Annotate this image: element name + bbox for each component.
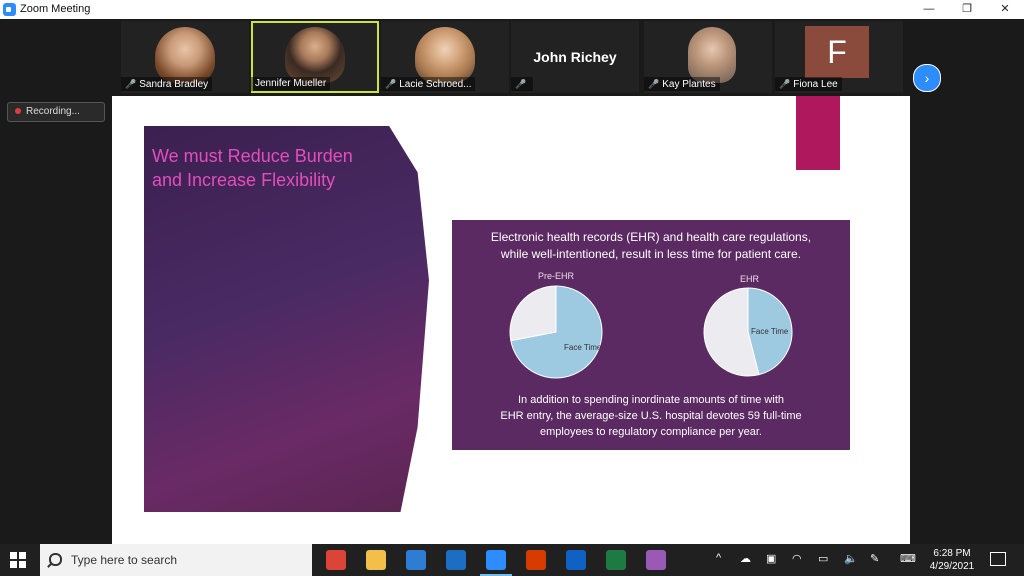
pie-chart-ehr: Face Time <box>703 287 793 377</box>
title-bar: Zoom Meeting — ❐ ✕ <box>0 0 1024 20</box>
participant-tile-john-richey[interactable]: John Richey 🎤 <box>511 21 639 93</box>
tray-overflow-icon[interactable]: ^ <box>716 552 721 564</box>
pie-title-ehr: EHR <box>740 274 760 284</box>
pie-slice-other <box>509 285 557 342</box>
outlook-icon[interactable] <box>566 550 586 570</box>
participant-video <box>285 27 345 83</box>
participant-avatar: F <box>805 26 869 78</box>
mic-muted-icon: 🎤 <box>385 79 397 89</box>
pen-icon[interactable]: ✎ <box>870 552 879 565</box>
participant-name: Sandra Bradley <box>139 79 209 90</box>
mic-muted-icon: 🎤 <box>779 79 791 89</box>
chevron-right-icon[interactable]: › <box>913 64 941 92</box>
participant-tile-jennifer-mueller[interactable]: Jennifer Mueller <box>251 21 379 93</box>
participant-name: Kay Plantes <box>662 79 716 90</box>
participant-name: Fiona Lee <box>793 79 838 90</box>
battery-icon[interactable]: ▭ <box>818 552 828 565</box>
ehr-info-box: Electronic health records (EHR) and heal… <box>452 220 850 450</box>
store-icon[interactable] <box>406 550 426 570</box>
zoom-icon[interactable] <box>480 550 512 576</box>
info-footer: In addition to spending inordinate amoun… <box>500 394 802 438</box>
participant-name: Jennifer Mueller <box>255 78 327 89</box>
slide-title: We must Reduce Burden and Increase Flexi… <box>152 146 353 190</box>
record-dot-icon <box>15 108 21 115</box>
participant-video <box>155 27 215 83</box>
file-explorer-icon[interactable] <box>366 550 386 570</box>
volume-icon[interactable]: 🔈 <box>844 552 858 565</box>
participant-gallery: 🎤 Sandra Bradley Jennifer Mueller 🎤 Lacie … <box>0 19 1024 94</box>
participant-tile-fiona-lee[interactable]: F 🎤 Fiona Lee <box>775 21 903 93</box>
mic-muted-icon: 🎤 <box>125 79 137 89</box>
participant-tile-kay-plantes[interactable]: 🎤 Kay Plantes <box>644 21 772 93</box>
zoom-app-icon <box>3 3 16 16</box>
windows-taskbar: Type here to search ^ ☁ ▣ ◠ ▭ 🔈 ✎ ⌨ 6:28… <box>0 544 1024 576</box>
info-heading: Electronic health records (EHR) and heal… <box>490 230 812 261</box>
restore-button[interactable]: ❐ <box>948 0 986 19</box>
wifi-icon[interactable]: ◠ <box>792 552 802 565</box>
participant-name: Lacie Schroed... <box>399 79 472 90</box>
participant-tile-sandra-bradley[interactable]: 🎤 Sandra Bradley <box>121 21 249 93</box>
meet-icon[interactable]: ▣ <box>766 552 776 565</box>
excel-icon[interactable] <box>606 550 626 570</box>
office-icon[interactable] <box>526 550 546 570</box>
minimize-button[interactable]: — <box>910 0 948 19</box>
participant-video <box>415 27 475 83</box>
pie-chart-pre-ehr: Face Time <box>509 285 603 379</box>
pie-slice-label: Face Time <box>751 327 789 336</box>
pie-slice-label: Face Time <box>564 343 602 352</box>
recording-indicator[interactable]: Recording... <box>7 102 105 122</box>
chrome-icon[interactable] <box>326 550 346 570</box>
participant-video <box>688 27 736 83</box>
mic-muted-icon: 🎤 <box>515 79 527 89</box>
other-app-icon[interactable] <box>646 550 666 570</box>
taskbar-clock[interactable]: 6:28 PM 4/29/2021 <box>928 547 976 573</box>
recording-label: Recording... <box>26 106 80 117</box>
mail-icon[interactable] <box>446 550 466 570</box>
keyboard-icon[interactable]: ⌨ <box>900 552 916 565</box>
close-button[interactable]: ✕ <box>986 0 1024 19</box>
window-title: Zoom Meeting <box>20 3 91 15</box>
shared-slide: We must Reduce Burden and Increase Flexi… <box>112 96 910 544</box>
search-icon <box>49 553 62 566</box>
pie-title-pre-ehr: Pre-EHR <box>538 271 575 281</box>
slide-accent-bar <box>796 96 840 170</box>
notification-icon[interactable] <box>990 552 1006 566</box>
taskbar-search-input[interactable]: Type here to search <box>40 544 312 576</box>
windows-start-icon[interactable] <box>10 552 26 568</box>
mic-muted-icon: 🎤 <box>648 79 660 89</box>
participant-tile-lacie-schroed[interactable]: 🎤 Lacie Schroed... <box>381 21 509 93</box>
participant-display-name: John Richey <box>533 49 617 65</box>
onedrive-icon[interactable]: ☁ <box>740 552 751 565</box>
